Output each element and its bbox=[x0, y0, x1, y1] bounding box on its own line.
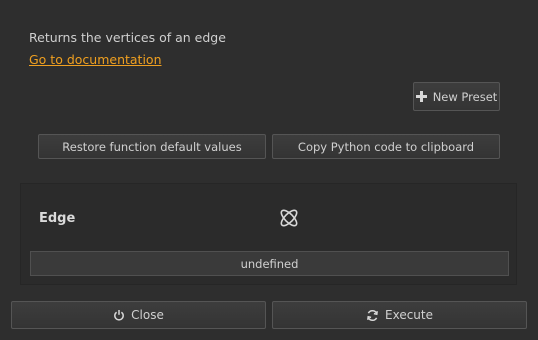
execute-button[interactable]: Execute bbox=[272, 301, 527, 329]
close-label: Close bbox=[131, 308, 164, 322]
refresh-icon bbox=[366, 309, 379, 322]
power-icon bbox=[113, 309, 125, 321]
parameter-value-field[interactable]: undefined bbox=[30, 251, 509, 276]
new-preset-label: New Preset bbox=[432, 89, 498, 104]
parameter-name: Edge bbox=[39, 211, 76, 226]
parameter-panel: Edge undefined bbox=[20, 183, 517, 285]
execute-label: Execute bbox=[385, 308, 433, 322]
copy-python-label: Copy Python code to clipboard bbox=[297, 139, 475, 154]
close-button[interactable]: Close bbox=[11, 301, 266, 329]
new-preset-button[interactable]: New Preset bbox=[413, 82, 500, 111]
documentation-link[interactable]: Go to documentation bbox=[29, 52, 162, 67]
restore-defaults-label: Restore function default values bbox=[62, 139, 242, 154]
plus-icon bbox=[415, 91, 427, 102]
function-description: Returns the vertices of an edge bbox=[29, 30, 226, 45]
edge-selection-icon[interactable] bbox=[277, 206, 301, 230]
copy-python-button[interactable]: Copy Python code to clipboard bbox=[272, 134, 500, 159]
restore-defaults-button[interactable]: Restore function default values bbox=[38, 134, 266, 159]
